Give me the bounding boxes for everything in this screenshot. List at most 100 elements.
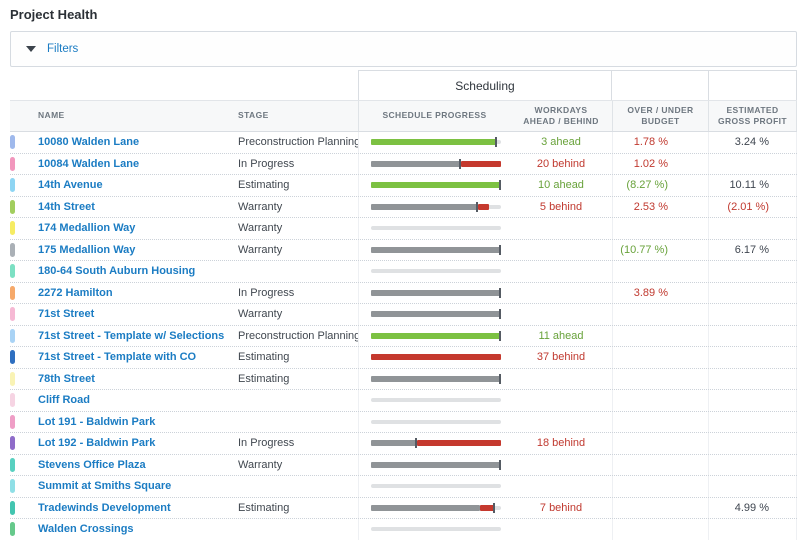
group-header-budget-spacer [612,70,708,100]
workdays-cell: 3 ahead [541,136,581,149]
table-row[interactable]: 10080 Walden Lane Preconstruction Planni… [10,132,797,154]
stage-cell: In Progress [238,437,295,450]
project-name-link[interactable]: 14th Avenue [38,179,103,191]
column-header-name[interactable]: NAME [10,101,228,131]
project-name-link[interactable]: Stevens Office Plaza [38,459,146,471]
project-name-link[interactable]: 2272 Hamilton [38,287,113,299]
profit-cell [708,433,797,454]
table-row[interactable]: Walden Crossings [10,519,797,540]
budget-cell: 2.53 % [612,196,708,217]
table-row[interactable]: 14th Avenue Estimating 10 ahead (8.27 %)… [10,175,797,197]
table-row[interactable]: Cliff Road [10,390,797,412]
project-name-link[interactable]: Tradewinds Development [38,502,171,514]
progress-bar [371,266,501,276]
table-row[interactable]: 14th Street Warranty 5 behind 2.53 % (2.… [10,196,797,218]
budget-cell [612,325,708,346]
project-color-bar [10,178,15,193]
today-marker [458,158,461,169]
progress-bar [371,137,501,148]
filters-label: Filters [47,43,79,55]
project-name-link[interactable]: Lot 191 - Baldwin Park [38,416,155,428]
project-name-link[interactable]: Walden Crossings [38,523,134,535]
budget-cell: 1.78 % [612,132,708,153]
table-row[interactable]: 71st Street Warranty [10,304,797,326]
table-row[interactable]: 175 Medallion Way Warranty (10.77 %) 6.1… [10,239,797,261]
table-row[interactable]: Lot 191 - Baldwin Park [10,411,797,433]
project-name-link[interactable]: 10080 Walden Lane [38,136,139,148]
project-name-link[interactable]: 71st Street - Template with CO [38,351,196,363]
project-color-bar [10,457,15,472]
table-row[interactable]: 174 Medallion Way Warranty [10,218,797,240]
stage-cell: Estimating [238,372,290,385]
budget-cell [612,261,708,282]
group-header-spacer [10,70,358,100]
project-name-cell: Tradewinds Development [10,498,228,519]
progress-segment-green [371,182,501,189]
project-color-bar [10,307,15,322]
table-row[interactable]: 2272 Hamilton In Progress 3.89 % [10,282,797,304]
profit-cell: (2.01 %) [708,196,797,217]
stage-cell [228,412,358,433]
column-header-stage[interactable]: STAGE [228,101,358,131]
today-marker [499,244,501,255]
table-row[interactable]: 71st Street - Template with CO Estimatin… [10,347,797,369]
project-name-link[interactable]: 175 Medallion Way [38,244,135,256]
profit-cell [708,476,797,497]
project-name-link[interactable]: 78th Street [38,373,95,385]
progress-segment-gray [371,440,417,447]
project-name-link[interactable]: 71st Street [38,308,94,320]
column-header-over-under-budget[interactable]: OVER / UNDER BUDGET [612,101,708,131]
budget-cell: 3.89 % [612,282,708,303]
progress-segment-gray [371,504,481,511]
filters-bar[interactable]: Filters [10,31,797,67]
column-header-estimated-gross-profit[interactable]: ESTIMATED GROSS PROFIT [708,101,797,131]
column-header-workdays[interactable]: WORKDAYS AHEAD / BEHIND [510,101,612,131]
table-row[interactable]: Stevens Office Plaza Warranty [10,454,797,476]
project-name-link[interactable]: 14th Street [38,201,95,213]
progress-bar [371,352,501,362]
schedule-progress-cell [358,454,510,475]
project-name-link[interactable]: Summit at Smiths Square [38,480,171,492]
schedule-progress-cell [358,411,510,432]
table-row[interactable]: 180-64 South Auburn Housing [10,261,797,283]
project-name-cell: 10080 Walden Lane [10,132,228,153]
project-name-cell: 2272 Hamilton [10,283,228,304]
project-name-cell: Walden Crossings [10,519,228,540]
today-marker [499,287,501,298]
project-color-bar [10,135,15,150]
progress-segment-gray [371,246,501,253]
project-name-cell: 71st Street - Template w/ Selections [10,326,228,347]
progress-segment-red [371,354,501,361]
project-color-bar [10,199,15,214]
progress-segment-gray [371,461,501,468]
project-name-link[interactable]: 71st Street - Template w/ Selections [38,330,224,342]
project-name-link[interactable]: 180-64 South Auburn Housing [38,265,195,277]
table-row[interactable]: Tradewinds Development Estimating 7 behi… [10,497,797,519]
schedule-progress-cell [358,519,510,540]
table-row[interactable]: Lot 192 - Baldwin Park In Progress 18 be… [10,433,797,455]
table-row[interactable]: 78th Street Estimating [10,368,797,390]
table-body: 10080 Walden Lane Preconstruction Planni… [10,132,797,540]
schedule-progress-cell [358,304,510,325]
today-marker [475,201,478,212]
progress-segment-red [416,440,501,447]
project-name-link[interactable]: 174 Medallion Way [38,222,135,234]
project-name-cell: 78th Street [10,369,228,390]
progress-bar [371,223,501,233]
project-name-link[interactable]: 10084 Walden Lane [38,158,139,170]
project-name-cell: Cliff Road [10,390,228,411]
table-row[interactable]: 10084 Walden Lane In Progress 20 behind … [10,153,797,175]
column-header-schedule-progress[interactable]: SCHEDULE PROGRESS [358,101,510,131]
table-row[interactable]: 71st Street - Template w/ Selections Pre… [10,325,797,347]
workdays-cell [510,390,612,411]
schedule-progress-cell [358,368,510,389]
schedule-progress-cell [358,325,510,346]
project-name-link[interactable]: Lot 192 - Baldwin Park [38,437,155,449]
table-row[interactable]: Summit at Smiths Square [10,476,797,498]
stage-cell: Estimating [238,501,290,514]
project-name-cell: 14th Avenue [10,175,228,196]
project-name-link[interactable]: Cliff Road [38,394,90,406]
workdays-cell [510,304,612,325]
scheduling-group-header: Scheduling [358,70,612,100]
profit-cell [708,304,797,325]
